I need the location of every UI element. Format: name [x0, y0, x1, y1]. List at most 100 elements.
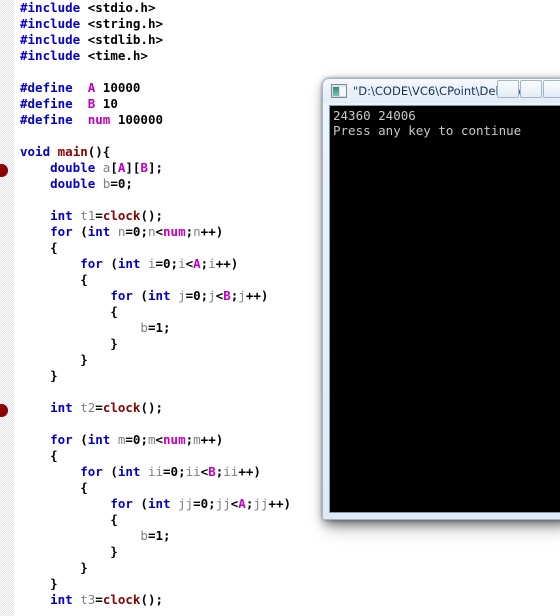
- code-token: }: [20, 352, 88, 367]
- console-output-area[interactable]: 24360 24006 Press any key to continue: [329, 105, 560, 513]
- code-token: ++): [215, 256, 239, 271]
- code-token: =: [95, 208, 103, 223]
- code-token: #include: [20, 48, 81, 63]
- code-token: ];: [147, 160, 164, 175]
- code-token: i: [178, 256, 186, 271]
- code-token: n: [147, 224, 156, 239]
- code-token: main: [57, 144, 88, 159]
- code-line[interactable]: #include <time.h>: [14, 48, 560, 64]
- code-line[interactable]: }: [14, 576, 560, 592]
- code-token: m: [193, 432, 201, 447]
- code-token: int: [87, 432, 111, 447]
- code-token: 10: [95, 96, 118, 111]
- code-token: double: [50, 176, 96, 191]
- code-token: {: [20, 240, 58, 255]
- code-token: ii: [185, 464, 201, 479]
- code-token: <time.h>: [80, 48, 148, 63]
- code-token: A: [238, 496, 246, 511]
- minimize-button[interactable]: [497, 80, 519, 98]
- code-line[interactable]: }: [14, 560, 560, 576]
- maximize-button[interactable]: [520, 80, 542, 98]
- editor-selection-margin[interactable]: [0, 0, 13, 616]
- code-line[interactable]: }: [14, 544, 560, 560]
- code-token: clock: [102, 208, 141, 223]
- code-token: int: [117, 256, 141, 271]
- console-window[interactable]: "D:\CODE\VC6\CPoint\Debug\CPoin 24360 24…: [322, 78, 560, 520]
- code-token: B: [140, 160, 148, 175]
- code-token: {: [20, 512, 118, 527]
- code-token: t1: [80, 208, 96, 223]
- code-token: j: [208, 288, 216, 303]
- code-token: num: [87, 112, 111, 127]
- code-line[interactable]: #include <stdlib.h>: [14, 32, 560, 48]
- code-token: [: [110, 160, 118, 175]
- code-token: int: [50, 208, 73, 223]
- code-token: b: [140, 320, 148, 335]
- close-button[interactable]: [543, 80, 560, 98]
- code-token: ();: [140, 592, 164, 607]
- code-token: {: [20, 272, 88, 287]
- code-token: int: [117, 464, 141, 479]
- code-line[interactable]: int t3=clock();: [14, 592, 560, 608]
- code-token: =1;: [147, 320, 171, 335]
- code-token: (: [72, 224, 88, 239]
- code-token: <stdio.h>: [80, 0, 156, 15]
- console-titlebar[interactable]: "D:\CODE\VC6\CPoint\Debug\CPoin: [323, 79, 560, 103]
- code-line[interactable]: #include <string.h>: [14, 16, 560, 32]
- console-output-line: 24360 24006: [333, 108, 416, 123]
- code-token: =0;: [155, 256, 179, 271]
- code-token: n: [193, 224, 201, 239]
- code-token: #define: [20, 112, 73, 127]
- code-token: #define: [20, 80, 73, 95]
- code-token: for: [80, 256, 103, 271]
- code-line[interactable]: b=1;: [14, 528, 560, 544]
- code-token: m: [147, 432, 156, 447]
- code-token: <string.h>: [80, 16, 164, 31]
- code-token: for: [50, 224, 73, 239]
- code-token: }: [20, 544, 118, 559]
- code-token: =0;: [193, 496, 216, 511]
- code-token: <: [185, 256, 194, 271]
- code-token: B: [208, 464, 216, 479]
- code-token: B: [223, 288, 231, 303]
- code-token: =0;: [110, 176, 133, 191]
- console-output-line: Press any key to continue: [333, 123, 522, 138]
- code-token: for: [110, 288, 133, 303]
- code-line[interactable]: #include <stdio.h>: [14, 0, 560, 16]
- code-token: i: [147, 256, 156, 271]
- code-token: =0;: [163, 464, 186, 479]
- code-token: =0;: [185, 288, 209, 303]
- code-token: jj: [178, 496, 194, 511]
- code-token: }: [20, 576, 58, 591]
- code-token: (: [102, 464, 118, 479]
- code-token: int: [50, 592, 73, 607]
- window-controls[interactable]: [497, 80, 560, 98]
- code-token: ++): [268, 496, 291, 511]
- code-token: num: [163, 432, 186, 447]
- code-token: 10000: [95, 80, 141, 95]
- code-token: for: [80, 464, 103, 479]
- code-token: =0;: [125, 432, 148, 447]
- code-token: for: [110, 496, 133, 511]
- code-token: clock: [102, 400, 141, 415]
- code-token: jj: [253, 496, 269, 511]
- code-token: for: [50, 432, 73, 447]
- code-token: (: [132, 288, 148, 303]
- code-token: (: [72, 432, 88, 447]
